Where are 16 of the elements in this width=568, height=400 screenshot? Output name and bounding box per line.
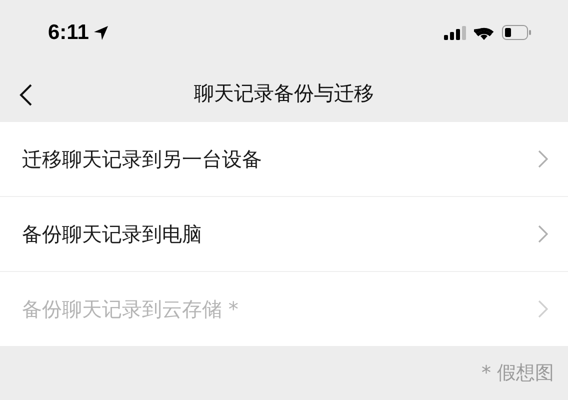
location-arrow-icon	[92, 24, 109, 40]
footnote: * 假想图	[481, 361, 554, 386]
signal-icon	[444, 26, 466, 40]
status-time: 6:11	[48, 20, 89, 44]
page-title: 聊天记录备份与迁移	[194, 80, 374, 107]
item-label: 备份聊天记录到电脑	[22, 220, 202, 248]
battery-icon	[502, 25, 532, 40]
chevron-icon	[538, 225, 548, 243]
list-item[interactable]: 备份聊天记录到电脑	[0, 196, 568, 271]
list-item[interactable]: 迁移聊天记录到另一台设备	[0, 122, 568, 196]
item-label: 备份聊天记录到云存储 *	[22, 296, 238, 322]
item-label: 迁移聊天记录到另一台设备	[22, 146, 262, 172]
back-chevron-icon	[18, 83, 34, 107]
chevron-icon	[538, 150, 548, 168]
chevron-icon	[538, 300, 548, 318]
wifi-icon	[474, 25, 494, 40]
